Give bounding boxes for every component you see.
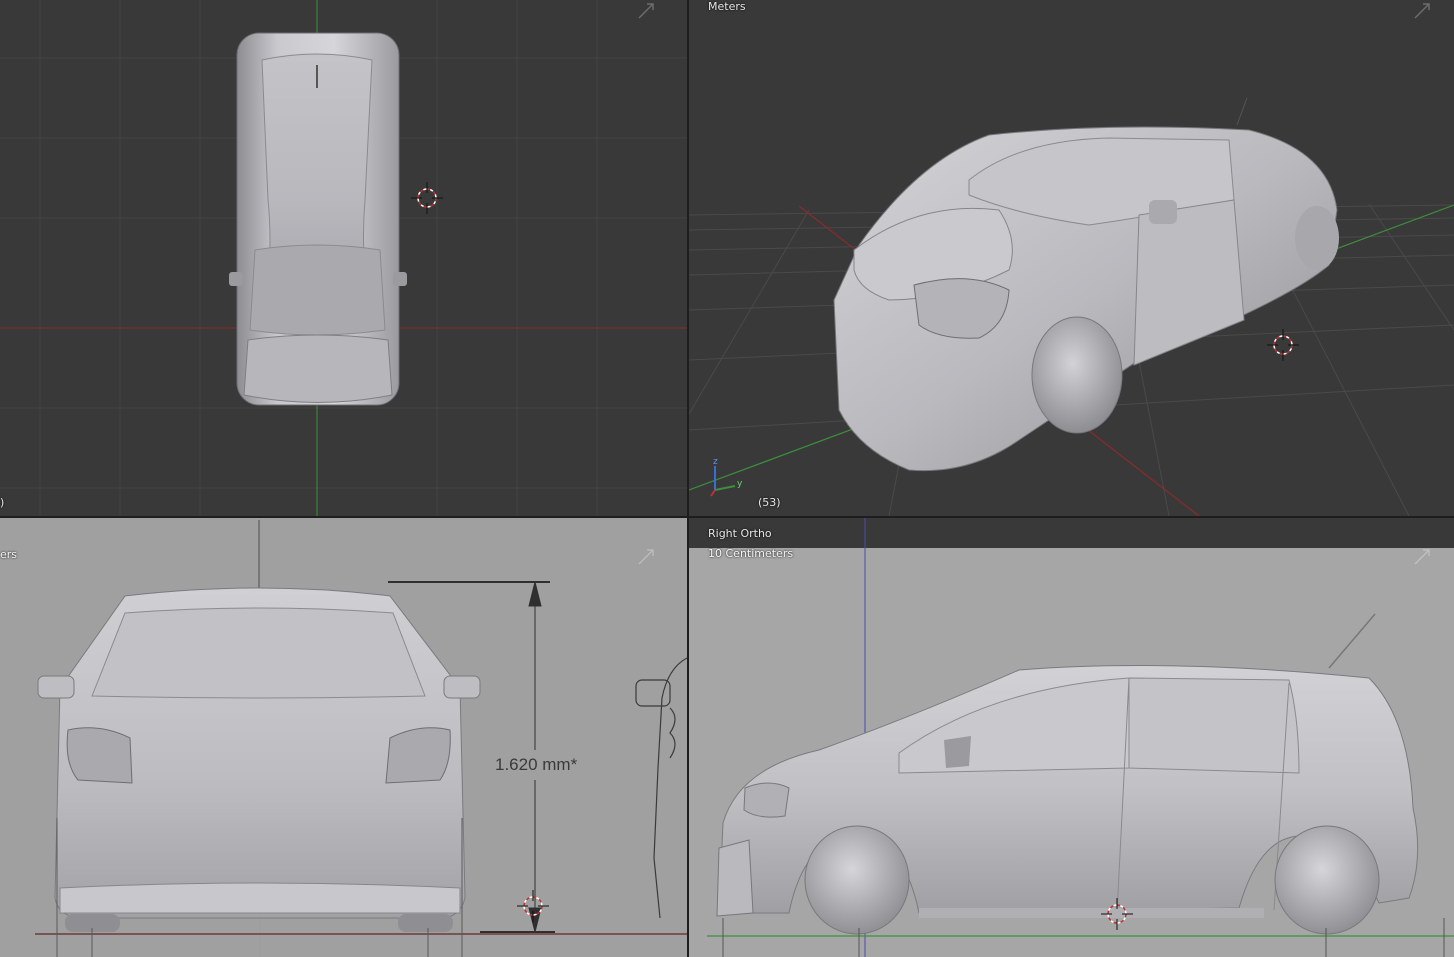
view-maximize-icon[interactable]: [637, 548, 655, 566]
view-maximize-icon[interactable]: [1413, 2, 1431, 20]
scale-label: Meters: [708, 0, 746, 13]
scale-label: ers: [0, 548, 18, 561]
view-maximize-icon[interactable]: [1413, 548, 1431, 566]
scale-label: 10 Centimeters: [708, 547, 794, 560]
3d-cursor-icon[interactable]: [411, 182, 443, 214]
reference-side-sketch: [635, 657, 687, 919]
axis-label-y: y: [737, 479, 743, 489]
viewport-front-view[interactable]: 1.620 mm* ers: [0, 518, 687, 957]
axis-gizmo-icon: z y: [710, 457, 743, 497]
car-perspective-model: [833, 97, 1339, 472]
frame-number: (53): [758, 496, 781, 509]
top-view-canvas: [0, 0, 687, 516]
dimension-label: 1.620 mm*: [495, 755, 578, 774]
front-view-canvas: 1.620 mm*: [35, 518, 687, 957]
axis-label-z: z: [713, 457, 718, 467]
view-maximize-icon[interactable]: [637, 2, 655, 20]
perspective-canvas: z y: [689, 97, 1454, 516]
viewport-perspective[interactable]: z y Meters (53): [689, 0, 1454, 516]
view-name-label: Right Ortho: [708, 527, 772, 540]
car-side-model: [716, 613, 1419, 935]
viewport-corner-label: ): [0, 496, 5, 509]
car-top-model: [229, 32, 407, 406]
viewport-top-view[interactable]: ): [0, 0, 687, 516]
viewport-right-ortho[interactable]: Right Ortho 10 Centimeters: [689, 518, 1454, 957]
right-view-canvas: [707, 518, 1454, 957]
3d-cursor-icon[interactable]: [517, 890, 549, 922]
